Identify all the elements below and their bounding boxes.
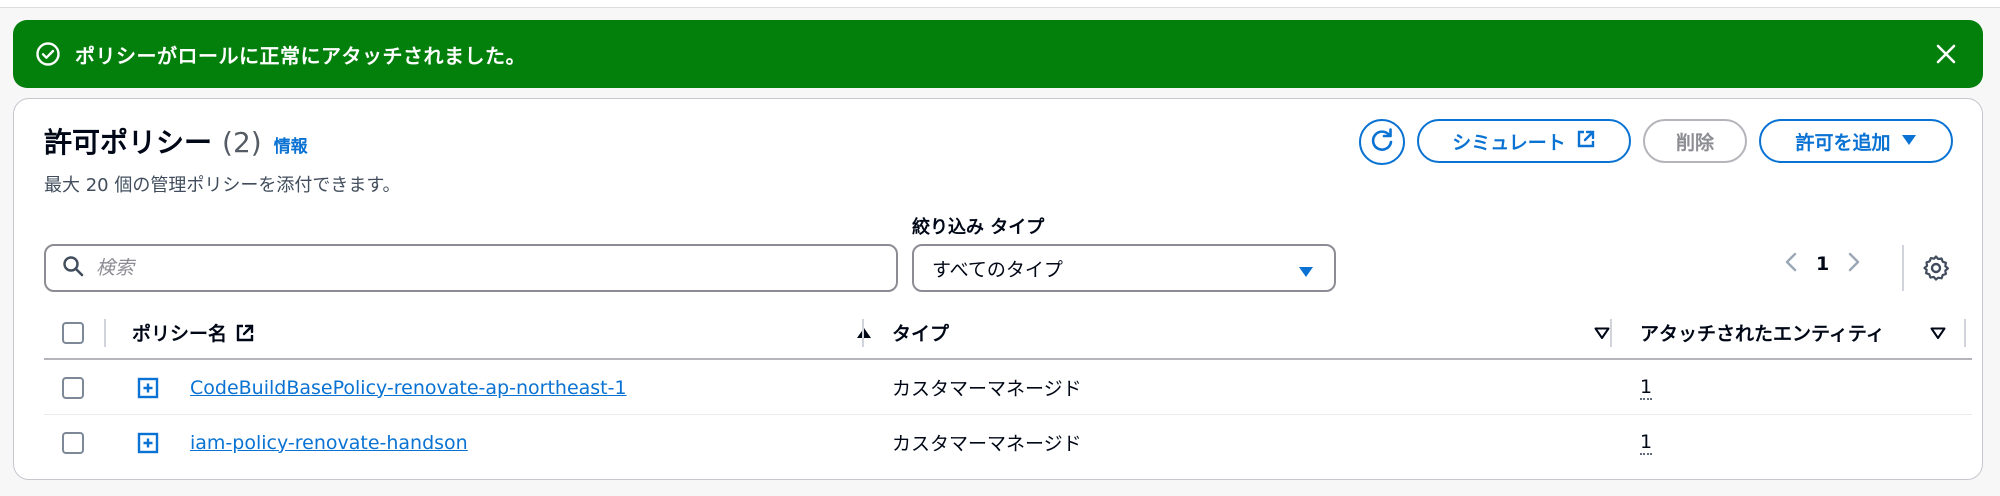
simulate-button[interactable]: シミュレート xyxy=(1417,119,1631,163)
section-description: 最大 20 個の管理ポリシーを添付できます。 xyxy=(44,175,401,196)
row-checkbox[interactable] xyxy=(62,431,84,454)
permissions-policies-container: 許可ポリシー (2) 情報 最大 20 個の管理ポリシーを添付できます。 シミュ… xyxy=(13,98,1983,480)
filter-type-label: 絞り込み タイプ xyxy=(912,217,1045,238)
policy-name[interactable]: CodeBuildBasePolicy-renovate-ap-northeas… xyxy=(190,377,627,399)
column-divider xyxy=(1964,319,1966,347)
sort-ascending-icon[interactable] xyxy=(856,326,872,340)
caret-down-icon xyxy=(1901,130,1917,152)
column-header-policy-name[interactable]: ポリシー名 xyxy=(132,305,872,360)
success-flashbar: ポリシーがロールに正常にアタッチされました。 xyxy=(13,20,1983,88)
select-all-checkbox[interactable] xyxy=(62,321,84,344)
sort-icon[interactable] xyxy=(1930,326,1946,340)
section-header: 許可ポリシー (2) 情報 xyxy=(44,121,308,161)
chevron-left-icon[interactable] xyxy=(1784,251,1798,277)
attached-entities-count[interactable]: 1 xyxy=(1640,431,1653,455)
column-divider xyxy=(862,319,864,347)
add-permissions-label: 許可を追加 xyxy=(1795,131,1891,154)
policy-name-link[interactable]: iam-policy-renovate-handson xyxy=(190,415,468,470)
table-row: iam-policy-renovate-handson カスタマーマネージド 1 xyxy=(44,415,1972,470)
refresh-icon xyxy=(1368,126,1396,159)
policy-name-link[interactable]: CodeBuildBasePolicy-renovate-ap-northeas… xyxy=(190,360,627,415)
external-link-icon xyxy=(1576,129,1596,154)
caret-down-icon xyxy=(1298,262,1314,284)
policy-count: (2) xyxy=(222,126,262,159)
refresh-button[interactable] xyxy=(1359,119,1405,165)
current-page[interactable]: 1 xyxy=(1816,253,1829,275)
type-filter-value: すべてのタイプ xyxy=(932,258,1063,281)
select-all-cell xyxy=(62,305,84,360)
add-permissions-button[interactable]: 許可を追加 xyxy=(1759,119,1953,163)
table-row: CodeBuildBasePolicy-renovate-ap-northeas… xyxy=(44,360,1972,415)
attached-entities-cell: 1 xyxy=(1640,415,1653,470)
row-checkbox[interactable] xyxy=(62,376,84,399)
delete-label: 削除 xyxy=(1675,131,1714,154)
info-link[interactable]: 情報 xyxy=(274,132,308,157)
row-select-cell xyxy=(62,360,84,415)
column-divider xyxy=(104,319,106,347)
policy-name[interactable]: iam-policy-renovate-handson xyxy=(190,432,468,454)
table-header: ポリシー名 タイプ アタッチされたエンティティ xyxy=(44,305,1972,360)
column-header-attached-entities[interactable]: アタッチされたエンティティ xyxy=(1640,305,1946,360)
gear-icon[interactable] xyxy=(1921,253,1951,283)
close-icon[interactable] xyxy=(1931,39,1961,69)
policy-type: カスタマーマネージド xyxy=(892,378,1082,400)
attached-entities-cell: 1 xyxy=(1640,360,1653,415)
policy-type: カスタマーマネージド xyxy=(892,433,1082,455)
divider xyxy=(1902,245,1904,291)
expand-icon[interactable] xyxy=(137,360,159,415)
column-header-label: タイプ xyxy=(892,323,950,345)
chevron-right-icon[interactable] xyxy=(1847,251,1861,277)
flash-message: ポリシーがロールに正常にアタッチされました。 xyxy=(75,43,526,68)
row-select-cell xyxy=(62,415,84,470)
external-link-icon xyxy=(235,323,255,343)
type-filter-select[interactable]: すべてのタイプ xyxy=(912,244,1336,292)
section-title: 許可ポリシー xyxy=(44,126,213,159)
top-border xyxy=(0,0,2000,8)
attached-entities-count[interactable]: 1 xyxy=(1640,376,1653,400)
delete-button[interactable]: 削除 xyxy=(1643,119,1747,163)
column-header-label: アタッチされたエンティティ xyxy=(1640,323,1885,345)
pagination: 1 xyxy=(1784,251,1861,277)
simulate-label: シミュレート xyxy=(1452,131,1566,154)
column-header-label: ポリシー名 xyxy=(132,323,228,345)
column-header-type[interactable]: タイプ xyxy=(892,305,1610,360)
check-circle-icon xyxy=(35,41,61,67)
expand-icon[interactable] xyxy=(137,415,159,470)
search-field[interactable] xyxy=(44,244,898,292)
sort-icon[interactable] xyxy=(1594,326,1610,340)
search-input[interactable] xyxy=(96,257,856,279)
search-icon xyxy=(62,255,84,281)
column-divider xyxy=(1610,319,1612,347)
